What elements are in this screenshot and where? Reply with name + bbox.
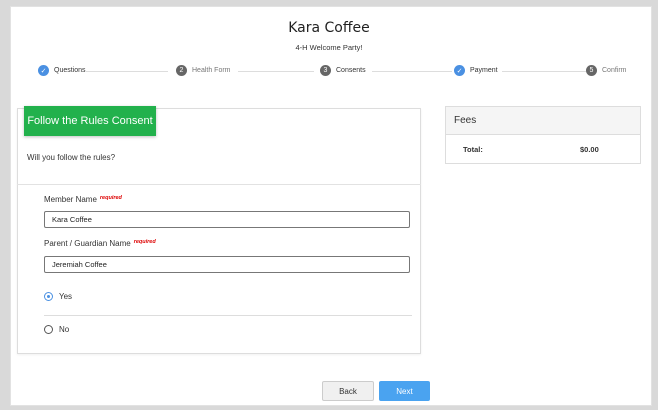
stepper-connector	[372, 71, 452, 72]
stepper-connector	[86, 71, 168, 72]
guardian-name-input[interactable]: Jeremiah Coffee	[44, 256, 410, 273]
radio-unchecked-icon	[44, 325, 53, 334]
guardian-name-label: Parent / Guardian Name required	[44, 239, 156, 248]
step-payment[interactable]: ✓ Payment	[454, 65, 498, 76]
progress-stepper: ✓ Questions 2 Health Form 3 Consents ✓ P…	[28, 65, 640, 79]
divider	[17, 184, 421, 185]
step-number: 2	[176, 65, 187, 76]
step-number: 3	[320, 65, 331, 76]
consent-panel	[17, 108, 421, 354]
radio-yes-label: Yes	[59, 292, 73, 301]
step-label: Health Form	[192, 67, 231, 74]
member-name-input[interactable]: Kara Coffee	[44, 211, 410, 228]
fees-total-label: Total:	[463, 145, 483, 154]
step-confirm[interactable]: 5 Confirm	[586, 65, 627, 76]
check-icon: ✓	[454, 65, 465, 76]
page-title: Kara Coffee	[288, 20, 370, 36]
required-badge: required	[133, 239, 156, 245]
step-consents[interactable]: 3 Consents	[320, 65, 366, 76]
back-button[interactable]: Back	[322, 381, 374, 401]
step-label: Consents	[336, 67, 366, 74]
radio-no[interactable]: No	[44, 325, 69, 334]
radio-checked-icon	[44, 292, 53, 301]
fees-total-row: Total: $0.00	[446, 135, 640, 163]
divider	[44, 315, 412, 316]
stepper-connector	[502, 71, 586, 72]
step-label: Confirm	[602, 67, 627, 74]
consent-title-tab: Follow the Rules Consent	[24, 106, 156, 136]
radio-no-label: No	[59, 325, 70, 334]
stepper-connector	[238, 71, 314, 72]
guardian-name-label-text: Parent / Guardian Name	[44, 239, 131, 248]
member-name-label: Member Name required	[44, 195, 122, 204]
step-label: Payment	[470, 67, 498, 74]
step-questions[interactable]: ✓ Questions	[38, 65, 86, 76]
step-number: 5	[586, 65, 597, 76]
radio-yes[interactable]: Yes	[44, 292, 72, 301]
step-label: Questions	[54, 67, 86, 74]
fees-heading: Fees	[446, 107, 640, 135]
fees-panel: Fees Total: $0.00	[445, 106, 641, 164]
member-name-label-text: Member Name	[44, 195, 97, 204]
required-badge: required	[99, 195, 122, 201]
consent-question: Will you follow the rules?	[27, 153, 116, 162]
next-button[interactable]: Next	[379, 381, 430, 401]
step-health-form[interactable]: 2 Health Form	[176, 65, 231, 76]
check-icon: ✓	[38, 65, 49, 76]
page-subtitle: 4-H Welcome Party!	[295, 43, 363, 52]
fees-total-value: $0.00	[580, 145, 599, 154]
